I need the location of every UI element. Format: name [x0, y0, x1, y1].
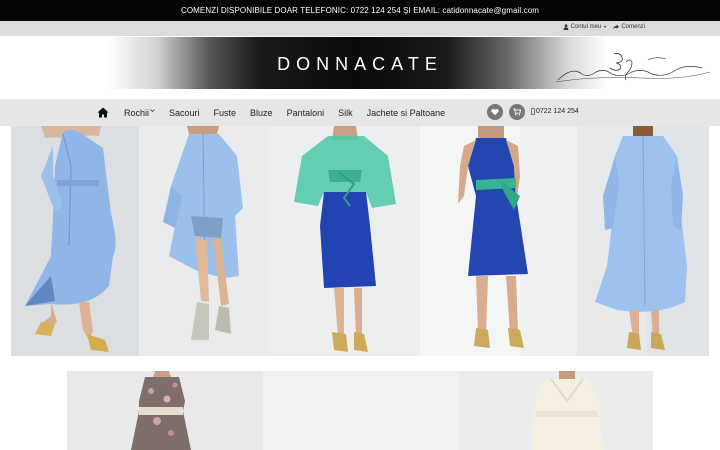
orders-label: Comenzi: [621, 24, 645, 30]
designer-signature-logo: [555, 53, 711, 83]
nav-item-pantaloni[interactable]: Pantaloni: [287, 108, 325, 118]
product-photo-5[interactable]: [577, 126, 709, 356]
product-image: [139, 126, 268, 356]
product-image: [268, 126, 420, 356]
nav-item-jachete-si-paltoane[interactable]: Jachete si Paltoane: [367, 108, 446, 118]
nav-item-sacouri[interactable]: Sacouri: [169, 108, 200, 118]
share-arrow-icon: [613, 24, 620, 30]
heart-icon: [491, 108, 499, 116]
nav-item-fuste[interactable]: Fuste: [214, 108, 237, 118]
announcement-bar: COMENZI DISPONIBILE DOAR TELEFONIC: 0722…: [0, 0, 720, 21]
mobile-phone-icon: [531, 108, 535, 115]
product-photo-4[interactable]: [420, 126, 577, 356]
phone-contact[interactable]: 0722 124 254: [531, 108, 579, 115]
product-image: [420, 126, 577, 356]
nav-item-bluze[interactable]: Bluze: [250, 108, 273, 118]
nav-item-label: Pantaloni: [286, 107, 325, 118]
nav-item-rochii[interactable]: Rochii: [124, 108, 155, 118]
nav-item-label: Silk: [338, 107, 353, 118]
cart-icon: [513, 108, 521, 116]
announcement-text: COMENZI DISPONIBILE DOAR TELEFONIC: 0722…: [180, 6, 540, 15]
my-account-label: Contul meu: [570, 24, 602, 30]
featured-banner[interactable]: [67, 371, 653, 450]
brand-banner: DONNACATE: [0, 36, 720, 99]
phone-number: 0722 124 254: [536, 108, 579, 115]
featured-image: [67, 371, 653, 450]
nav-item-label: Bluze: [250, 107, 273, 118]
product-image: [11, 126, 139, 356]
my-account-link[interactable]: Contul meu: [563, 24, 608, 30]
product-image: [577, 126, 709, 356]
caret-down-icon: [603, 26, 607, 28]
account-bar: Contul meu Comenzi: [0, 21, 720, 36]
nav-item-label: Fuste: [213, 107, 237, 118]
nav-item-label: Sacouri: [169, 107, 200, 118]
nav-items: Rochii Sacouri Fuste Bluze Pantaloni Sil…: [124, 99, 459, 126]
wishlist-button[interactable]: [487, 104, 503, 120]
cart-button[interactable]: [509, 104, 525, 120]
product-photo-3[interactable]: [268, 126, 420, 356]
main-nav: Rochii Sacouri Fuste Bluze Pantaloni Sil…: [0, 99, 720, 126]
account-links: Contul meu Comenzi: [563, 24, 645, 30]
user-icon: [563, 24, 569, 30]
chevron-down-icon: [150, 109, 155, 112]
orders-link[interactable]: Comenzi: [613, 24, 645, 30]
home-icon[interactable]: [97, 107, 109, 118]
product-photo-2[interactable]: [139, 126, 268, 356]
nav-item-silk[interactable]: Silk: [338, 108, 353, 118]
nav-item-label: Jachete si Paltoane: [366, 107, 446, 118]
product-gallery: [11, 126, 709, 356]
nav-item-label: Rochii: [124, 107, 150, 118]
product-photo-1[interactable]: [11, 126, 139, 356]
